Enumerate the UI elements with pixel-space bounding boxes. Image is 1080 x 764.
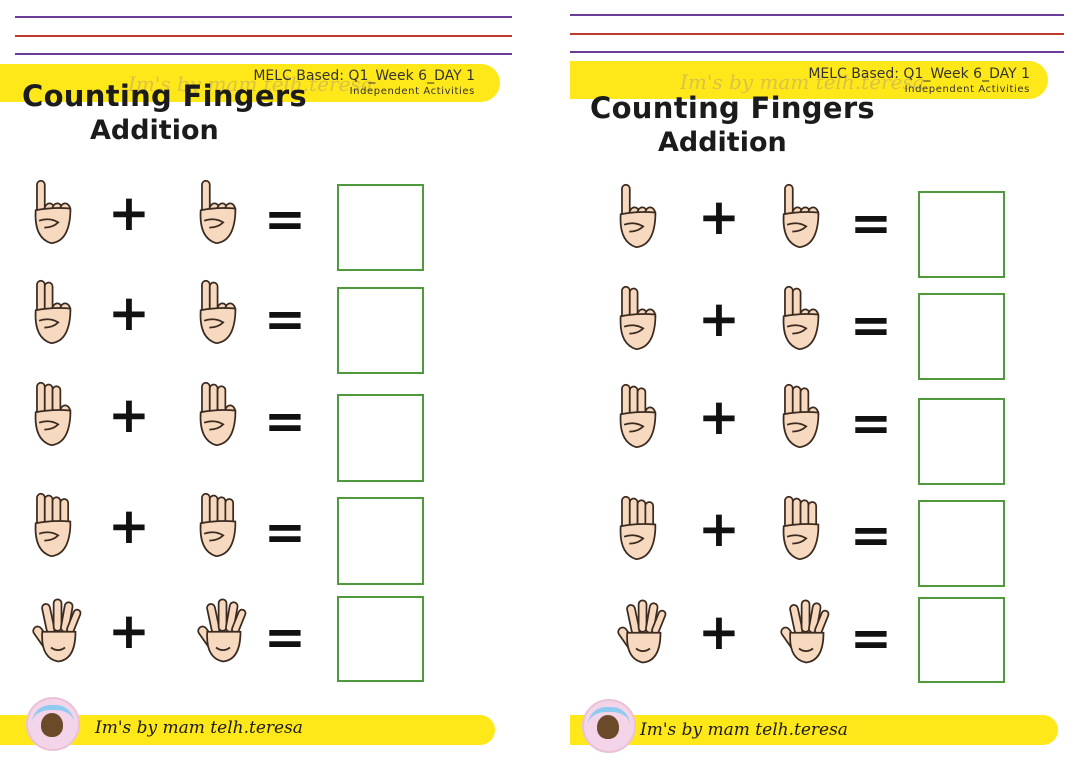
hand-4-fingers-icon <box>775 492 827 568</box>
equals-sign: = <box>850 194 892 252</box>
writing-rule-bottom <box>15 53 512 55</box>
plus-sign: + <box>108 497 150 555</box>
writing-rule-top <box>15 16 512 18</box>
avatar-icon <box>597 715 619 739</box>
equals-sign: = <box>850 296 892 354</box>
plus-sign: + <box>108 284 150 342</box>
hand-1-fingers-icon <box>612 180 664 256</box>
logo-badge <box>582 699 636 753</box>
answer-box[interactable] <box>918 293 1005 380</box>
plus-sign: + <box>698 603 740 661</box>
hand-3-fingers-icon <box>192 378 244 454</box>
hand-3-fingers-icon <box>612 380 664 456</box>
title-line-1: Counting Fingers <box>590 91 875 125</box>
writing-rule-middle <box>15 35 512 37</box>
hand-4-fingers-icon <box>27 489 79 565</box>
signature-text: Im's by mam telh.teresa <box>640 720 848 740</box>
answer-box[interactable] <box>337 596 424 682</box>
equals-sign: = <box>850 394 892 452</box>
plus-sign: + <box>698 388 740 446</box>
hand-5-fingers-icon <box>612 596 674 670</box>
plus-sign: + <box>698 188 740 246</box>
hand-4-fingers-icon <box>192 489 244 565</box>
title-line-2: Addition <box>658 127 787 158</box>
answer-box[interactable] <box>337 394 424 482</box>
answer-box[interactable] <box>337 497 424 585</box>
page-title: Counting Fingers Addition <box>22 79 307 146</box>
writing-rule-middle <box>570 33 1064 35</box>
logo-badge <box>26 697 80 751</box>
worksheet-left: Im's by mam telh.teresa MELC Based: Q1_W… <box>0 0 540 764</box>
equals-sign: = <box>850 506 892 564</box>
hand-1-fingers-icon <box>27 176 79 252</box>
hand-5-fingers-icon <box>775 596 837 670</box>
hand-1-fingers-icon <box>192 176 244 252</box>
plus-sign: + <box>698 290 740 348</box>
answer-box[interactable] <box>337 287 424 374</box>
plus-sign: + <box>698 500 740 558</box>
equals-sign: = <box>850 609 892 667</box>
answer-box[interactable] <box>918 398 1005 485</box>
hand-3-fingers-icon <box>775 380 827 456</box>
equals-sign: = <box>264 190 306 248</box>
hand-2-fingers-icon <box>192 276 244 352</box>
hand-4-fingers-icon <box>612 492 664 568</box>
title-line-2: Addition <box>90 115 219 146</box>
hand-5-fingers-icon <box>192 595 254 669</box>
melc-line: MELC Based: Q1_Week 6_DAY 1 <box>808 66 1030 82</box>
avatar-icon <box>41 713 63 737</box>
page-title: Counting Fingers Addition <box>590 91 875 158</box>
worksheet-right: Im's by mam telh.teresa MELC Based: Q1_W… <box>540 0 1080 764</box>
hand-3-fingers-icon <box>27 378 79 454</box>
equals-sign: = <box>264 392 306 450</box>
writing-rule-bottom <box>570 51 1064 53</box>
plus-sign: + <box>108 602 150 660</box>
equals-sign: = <box>264 503 306 561</box>
answer-box[interactable] <box>918 191 1005 278</box>
equals-sign: = <box>264 290 306 348</box>
hand-1-fingers-icon <box>775 180 827 256</box>
hand-2-fingers-icon <box>775 282 827 358</box>
hand-5-fingers-icon <box>27 595 89 669</box>
writing-rule-top <box>570 14 1064 16</box>
hand-2-fingers-icon <box>27 276 79 352</box>
plus-sign: + <box>108 386 150 444</box>
hand-2-fingers-icon <box>612 282 664 358</box>
answer-box[interactable] <box>918 597 1005 683</box>
plus-sign: + <box>108 184 150 242</box>
title-line-1: Counting Fingers <box>22 79 307 113</box>
equals-sign: = <box>264 608 306 666</box>
answer-box[interactable] <box>918 500 1005 587</box>
signature-text: Im's by mam telh.teresa <box>95 718 303 738</box>
answer-box[interactable] <box>337 184 424 271</box>
